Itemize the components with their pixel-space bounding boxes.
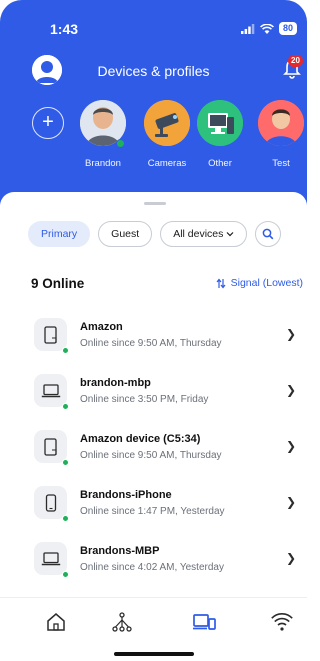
profile-label: Cameras [147, 158, 187, 169]
home-icon[interactable] [44, 610, 68, 634]
chevron-right-icon: ❯ [286, 383, 297, 397]
device-icon-box [34, 486, 67, 519]
online-status-dot [62, 347, 69, 354]
page-title: Devices & profiles [97, 63, 210, 79]
chevron-down-icon [226, 232, 234, 237]
profile-avatar-other [197, 100, 243, 146]
filter-chips: Primary Guest All devices [28, 221, 282, 247]
sort-arrows-icon [216, 278, 226, 288]
device-status: Online since 9:50 AM, Thursday [80, 450, 222, 461]
device-row[interactable]: brandon-mbp Online since 3:50 PM, Friday… [0, 362, 307, 418]
device-row[interactable]: Brandons-MBP Online since 4:02 AM, Yeste… [0, 530, 307, 586]
device-list: Amazon Online since 9:50 AM, Thursday ❯ … [0, 306, 307, 586]
device-name: brandon-mbp [80, 377, 151, 389]
devices-icon[interactable] [192, 610, 216, 634]
sort-button[interactable]: Signal (Lowest) [216, 277, 303, 289]
notification-badge: 20 [288, 55, 303, 67]
filter-primary-chip[interactable]: Primary [28, 221, 91, 247]
device-status: Online since 1:47 PM, Yesterday [80, 506, 225, 517]
device-name: Amazon [80, 321, 123, 333]
plus-icon: + [42, 111, 54, 133]
device-icon-box [34, 542, 67, 575]
all-devices-dropdown[interactable]: All devices [160, 221, 248, 247]
device-icon-box [34, 318, 67, 351]
add-profile-button[interactable]: + [32, 107, 64, 139]
tablet-icon [43, 325, 57, 344]
chevron-right-icon: ❯ [286, 495, 297, 509]
device-status: Online since 3:50 PM, Friday [80, 394, 209, 405]
chevron-right-icon: ❯ [286, 327, 297, 341]
devices-sheet: Primary Guest All devices 9 Online Signa… [0, 192, 307, 661]
wifi-icon[interactable] [270, 610, 294, 634]
profile-label: Brandon [85, 158, 121, 169]
device-icon-box [34, 374, 67, 407]
sheet-drag-handle[interactable] [144, 202, 166, 205]
app-screen: 1:43 80 Devices & profiles 20 + Brandon … [0, 0, 307, 661]
online-status-dot [62, 515, 69, 522]
computer-devices-icon [197, 100, 243, 146]
search-icon [263, 228, 274, 240]
profile-avatar-cameras [144, 100, 190, 146]
profile-other[interactable]: Other [195, 100, 245, 169]
device-name: Brandons-iPhone [80, 489, 172, 501]
header: 1:43 80 Devices & profiles 20 + Brandon … [0, 0, 307, 205]
device-row[interactable]: Amazon device (C5:34) Online since 9:50 … [0, 418, 307, 474]
profile-label: Other [208, 158, 232, 169]
online-count: 9 Online [31, 276, 85, 291]
network-icon[interactable] [110, 610, 134, 634]
sort-label: Signal (Lowest) [230, 277, 303, 289]
laptop-icon [41, 383, 60, 397]
profile-online-indicator [116, 139, 125, 148]
online-status-dot [62, 571, 69, 578]
profile-brandon[interactable]: Brandon [78, 100, 128, 169]
phone-icon [45, 493, 56, 512]
filter-guest-chip[interactable]: Guest [98, 221, 153, 247]
laptop-icon [41, 551, 60, 565]
home-indicator [114, 652, 194, 656]
profile-cameras[interactable]: Cameras [142, 100, 192, 169]
chevron-right-icon: ❯ [286, 551, 297, 565]
online-status-dot [62, 459, 69, 466]
search-button[interactable] [255, 221, 282, 247]
profile-label: Test [272, 158, 290, 169]
status-icons: 80 [240, 22, 297, 35]
device-name: Brandons-MBP [80, 545, 160, 557]
person-avatar-icon [258, 100, 304, 146]
tablet-icon [43, 437, 57, 456]
profiles-carousel: + Brandon Cameras Other Test [0, 100, 307, 175]
device-row[interactable]: Amazon Online since 9:50 AM, Thursday ❯ [0, 306, 307, 362]
device-status: Online since 9:50 AM, Thursday [80, 338, 222, 349]
device-row[interactable]: Brandons-iPhone Online since 1:47 PM, Ye… [0, 474, 307, 530]
device-name: Amazon device (C5:34) [80, 433, 201, 445]
wifi-status-icon [260, 23, 274, 34]
online-status-dot [62, 403, 69, 410]
cellular-signal-icon [240, 23, 255, 34]
device-status: Online since 4:02 AM, Yesterday [80, 562, 224, 573]
status-bar: 1:43 80 [0, 0, 307, 44]
all-devices-label: All devices [173, 228, 224, 240]
device-icon-box [34, 430, 67, 463]
security-camera-icon [144, 100, 190, 146]
status-time: 1:43 [50, 21, 79, 37]
chevron-right-icon: ❯ [286, 439, 297, 453]
profile-test[interactable]: Test [256, 100, 306, 169]
battery-indicator: 80 [278, 22, 297, 35]
profile-avatar-test [258, 100, 304, 146]
